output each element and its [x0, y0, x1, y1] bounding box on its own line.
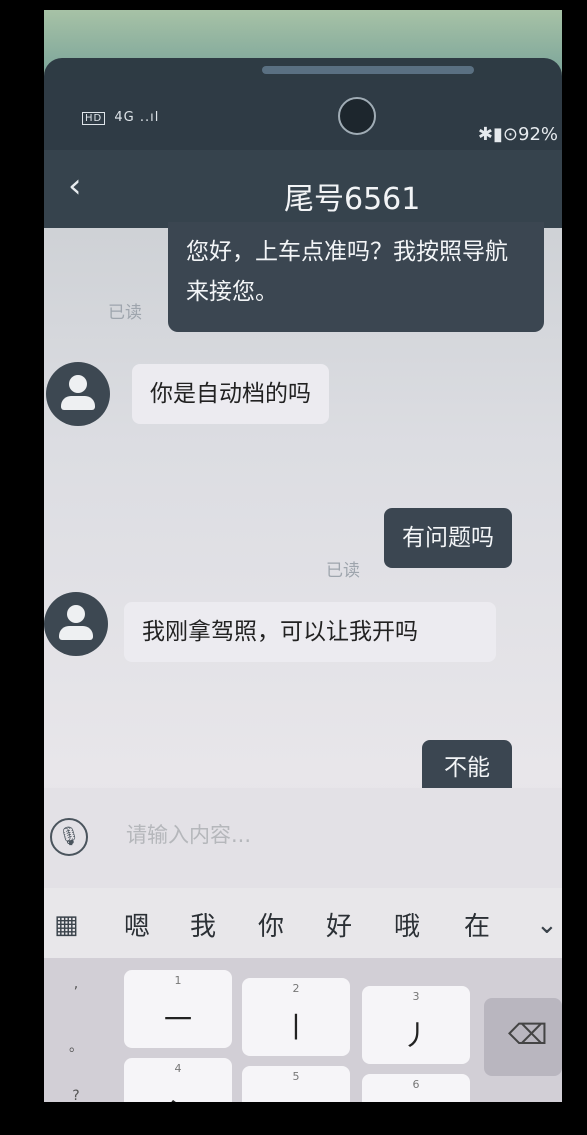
phone-photo: HD 4G ..ıl ✱▮⊙92% ‹ 尾号6561 您好，上车点准吗？我按照导… [44, 10, 562, 1102]
stroke-key[interactable]: 1 一 [124, 970, 232, 1048]
key-glyph: 丶 [124, 1086, 232, 1102]
key-number: 2 [292, 982, 300, 995]
avatar-body [59, 626, 93, 640]
candidate-word[interactable]: 好 [326, 906, 352, 943]
stroke-key[interactable]: 2 丨 [242, 978, 350, 1056]
key-number: 3 [412, 990, 420, 1003]
key-number: 1 [174, 974, 182, 987]
message-bubble-outgoing: 您好，上车点准吗？我按照导航来接您。 [168, 222, 544, 332]
candidate-word[interactable]: 你 [258, 906, 284, 943]
status-left: HD 4G ..ıl [82, 110, 159, 125]
earpiece-speaker [262, 66, 474, 74]
hd-badge: HD [82, 112, 106, 125]
message-text: 您好，上车点准吗？我按照导航来接您。 [186, 239, 508, 305]
microphone-icon[interactable]: 🎙 [50, 818, 88, 856]
candidate-word[interactable]: 哦 [394, 906, 420, 943]
message-text: 我刚拿驾照，可以让我开吗 [142, 619, 418, 645]
stroke-key[interactable]: 3 丿 [362, 986, 470, 1064]
candidate-word[interactable]: 嗯 [124, 906, 150, 943]
signal-icon: 4G ..ıl [114, 110, 160, 125]
message-text: 你是自动档的吗 [150, 381, 311, 407]
avatar[interactable] [44, 592, 108, 656]
key-number: 5 [292, 1070, 300, 1083]
avatar-body [61, 396, 95, 410]
key-glyph: 丨 [281, 1011, 310, 1044]
message-bubble-outgoing: 有问题吗 [384, 508, 512, 568]
key-number: 6 [412, 1078, 420, 1091]
message-bubble-incoming: 你是自动档的吗 [132, 364, 329, 424]
read-receipt: 已读 [108, 303, 142, 323]
key-number: 4 [174, 1062, 182, 1075]
candidate-bar: ▦ 嗯 我 你 好 哦 在 ⌄ [44, 888, 562, 958]
avatar[interactable] [46, 362, 110, 426]
status-right: ✱▮⊙92% [477, 124, 558, 145]
chat-area: 您好，上车点准吗？我按照导航来接您。 已读 你是自动档的吗 有问题吗 已读 我刚… [44, 222, 562, 809]
message-bubble-incoming: 我刚拿驾照，可以让我开吗 [124, 602, 496, 662]
input-bar: 🎙 请输入内容... [44, 788, 562, 888]
key-glyph: 乛 [242, 1094, 350, 1102]
back-icon[interactable]: ‹ [68, 166, 82, 206]
message-text: 有问题吗 [402, 525, 494, 551]
stroke-key[interactable]: 4 丶 [124, 1058, 232, 1102]
page-title: 尾号6561 [284, 182, 421, 217]
punct-key[interactable]: ? [44, 1088, 108, 1102]
collapse-keyboard-icon[interactable]: ⌄ [536, 910, 558, 940]
grid-menu-icon[interactable]: ▦ [54, 910, 79, 940]
avatar-head [67, 605, 85, 623]
chat-header: ‹ 尾号6561 [44, 150, 562, 228]
keyboard: , 。 ? 1 一 2 丨 3 丿 4 丶 5 乛 6 ⌫ [44, 958, 562, 1102]
front-camera [338, 97, 376, 135]
backspace-icon: ⌫ [508, 1018, 548, 1051]
key-glyph: 丿 [401, 1019, 430, 1052]
stroke-key[interactable]: 5 乛 [242, 1066, 350, 1102]
delete-key[interactable]: ⌫ [484, 998, 562, 1076]
punct-key[interactable]: , [44, 976, 108, 992]
avatar-head [69, 375, 87, 393]
status-bar: HD 4G ..ıl ✱▮⊙92% [44, 80, 562, 150]
message-input[interactable]: 请输入内容... [108, 810, 526, 860]
message-text: 不能 [444, 755, 490, 781]
stroke-key[interactable]: 6 [362, 1074, 470, 1102]
read-receipt: 已读 [326, 561, 360, 581]
key-glyph: 一 [163, 1003, 192, 1036]
candidate-word[interactable]: 在 [464, 906, 490, 943]
punct-key[interactable]: 。 [44, 1036, 108, 1056]
candidate-word[interactable]: 我 [190, 906, 216, 943]
